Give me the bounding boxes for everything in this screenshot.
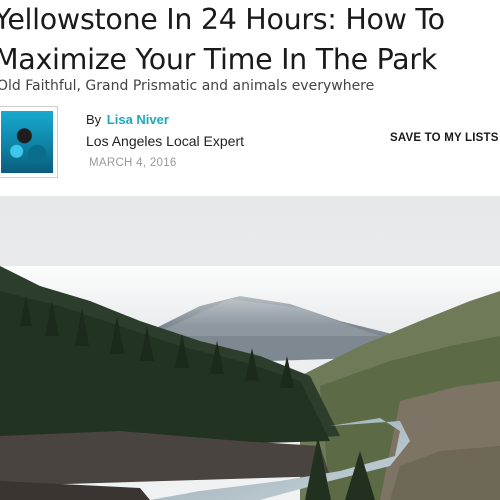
save-to-my-lists-button[interactable]: SAVE TO MY LISTS <box>390 132 499 144</box>
byline: By Lisa Niver <box>86 112 169 127</box>
hero-image <box>0 196 500 500</box>
author-avatar-image <box>1 111 53 173</box>
article-headline: Yellowstone In 24 Hours: How To Maximize… <box>0 3 445 76</box>
article-subhead: Old Faithful, Grand Prismatic and animal… <box>0 78 375 94</box>
hero-landscape-image <box>0 196 500 500</box>
author-name-link[interactable]: Lisa Niver <box>107 112 169 127</box>
publish-date: MARCH 4, 2016 <box>89 157 177 169</box>
byline-prefix: By <box>86 112 102 127</box>
author-role: Los Angeles Local Expert <box>86 133 244 149</box>
author-avatar[interactable] <box>0 106 58 178</box>
